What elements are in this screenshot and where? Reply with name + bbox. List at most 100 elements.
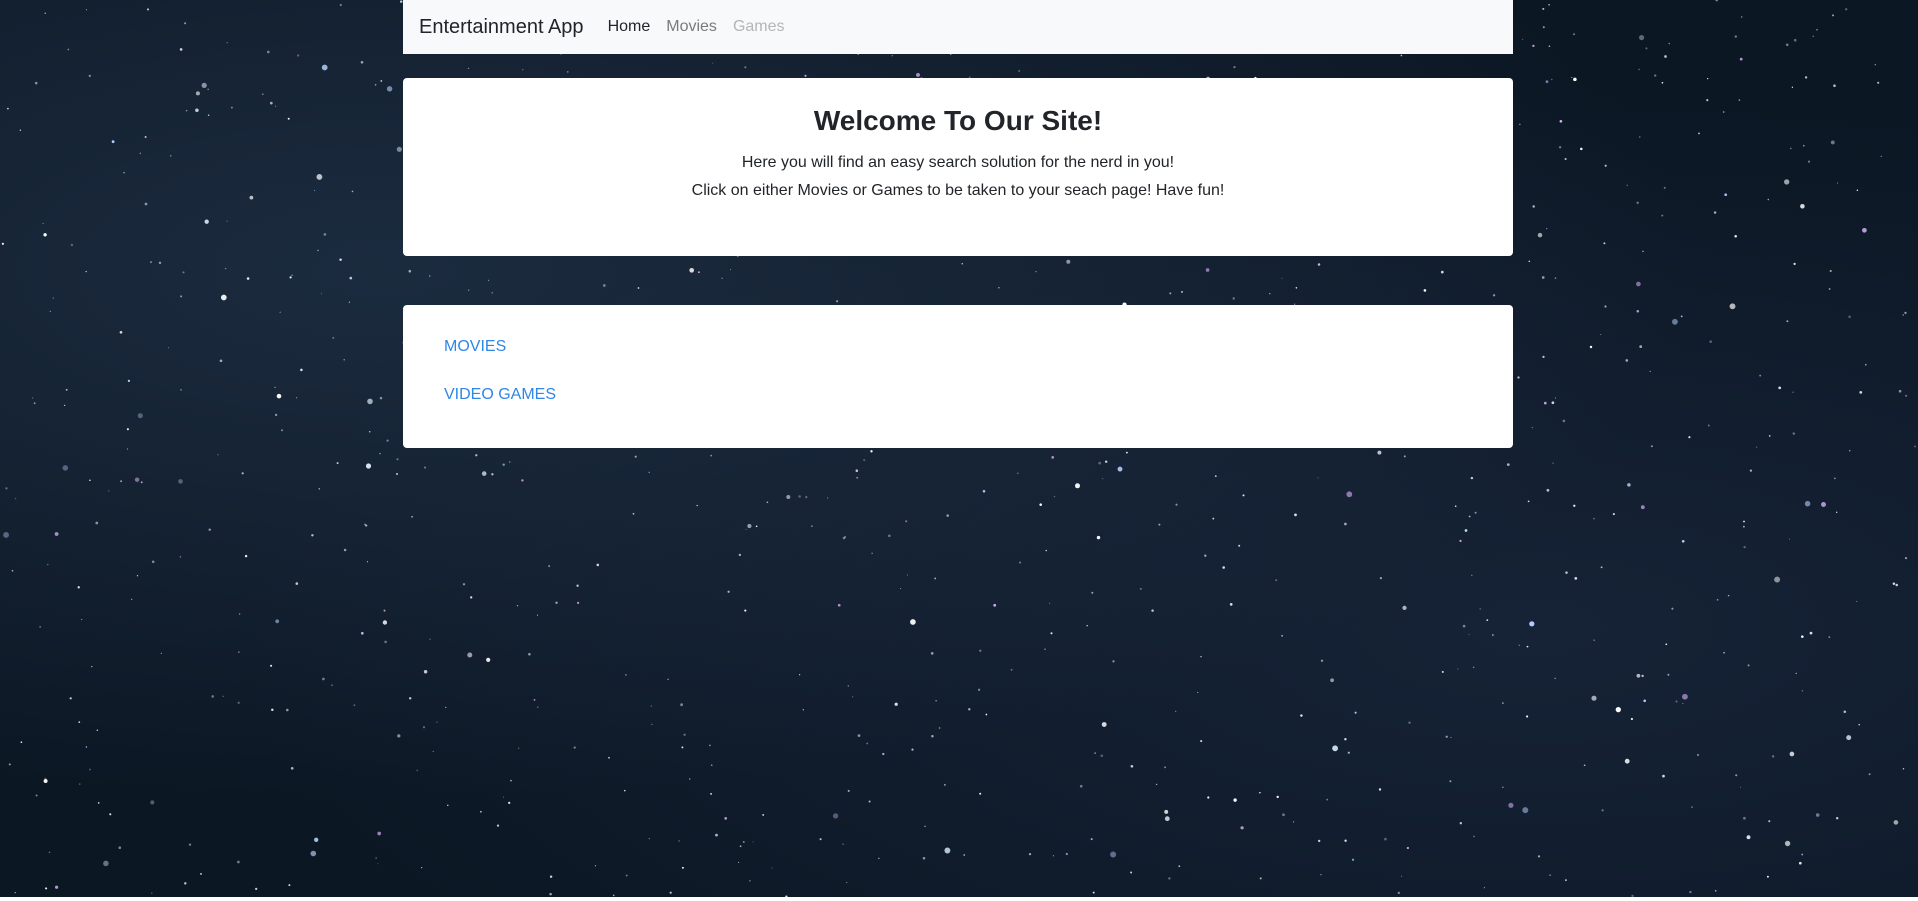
star <box>1615 706 1621 713</box>
star <box>1834 477 1836 480</box>
star <box>81 618 83 621</box>
star <box>384 640 387 644</box>
star <box>681 866 684 869</box>
star <box>48 851 51 854</box>
star <box>1600 566 1603 569</box>
star <box>502 463 505 466</box>
star <box>637 287 640 289</box>
star <box>1098 461 1102 465</box>
star <box>1214 475 1217 477</box>
star <box>168 347 169 349</box>
star <box>1665 643 1668 646</box>
star <box>237 701 240 704</box>
star <box>1627 483 1631 487</box>
video-games-link[interactable]: VIDEO GAMES <box>444 385 1472 405</box>
star <box>201 82 207 89</box>
star <box>1792 391 1794 393</box>
star <box>851 696 854 698</box>
star <box>409 697 412 700</box>
star <box>1830 140 1835 145</box>
star <box>1698 132 1700 135</box>
star <box>648 471 650 474</box>
star <box>555 601 558 604</box>
star <box>1462 624 1466 628</box>
star <box>11 569 14 572</box>
star <box>1233 798 1237 802</box>
star <box>1735 774 1738 777</box>
nav-home-link[interactable]: Home <box>608 18 651 36</box>
star <box>1472 666 1475 669</box>
star <box>1574 577 1578 580</box>
star <box>491 473 494 476</box>
star <box>1440 270 1444 274</box>
star <box>1468 515 1471 518</box>
star <box>857 734 861 737</box>
star <box>1790 147 1792 150</box>
star <box>408 269 412 273</box>
star <box>993 603 997 607</box>
star <box>871 552 873 554</box>
star <box>678 840 680 842</box>
star <box>467 67 470 70</box>
star <box>43 233 47 237</box>
star <box>383 609 386 612</box>
star <box>1768 820 1771 823</box>
star <box>1650 445 1653 448</box>
star <box>207 114 210 117</box>
star <box>878 857 880 860</box>
star <box>1636 281 1641 287</box>
star <box>1858 723 1860 726</box>
star <box>1549 874 1551 876</box>
star <box>1675 700 1678 703</box>
star <box>742 841 745 843</box>
star <box>1755 446 1758 448</box>
star <box>1079 784 1083 788</box>
star <box>226 41 228 44</box>
star <box>1898 389 1902 393</box>
star <box>632 512 635 515</box>
star <box>1816 28 1818 31</box>
star <box>34 81 38 85</box>
star <box>1809 631 1813 635</box>
star <box>594 865 597 867</box>
star <box>1065 852 1068 856</box>
star <box>1051 456 1055 459</box>
star <box>1639 136 1641 138</box>
star <box>1554 677 1556 680</box>
star <box>1233 65 1236 69</box>
star <box>982 489 986 493</box>
star <box>1401 875 1402 877</box>
star <box>445 706 447 709</box>
star <box>1468 633 1470 636</box>
star <box>1259 792 1261 794</box>
star <box>835 300 839 303</box>
star <box>1317 263 1321 266</box>
movies-link[interactable]: MOVIES <box>444 337 1472 357</box>
star <box>1759 374 1762 377</box>
star <box>1110 851 1117 858</box>
star <box>343 359 345 361</box>
star <box>938 727 941 729</box>
star <box>1856 600 1858 602</box>
brand-link[interactable]: Entertainment App <box>419 16 584 39</box>
star <box>1117 466 1123 472</box>
star <box>47 563 49 566</box>
star <box>336 462 339 465</box>
nav-games-link[interactable]: Games <box>733 18 785 36</box>
nav-movies-link[interactable]: Movies <box>666 18 717 36</box>
star <box>39 626 41 628</box>
star <box>5 487 8 490</box>
star <box>1164 766 1167 769</box>
star <box>943 783 946 786</box>
star <box>1640 505 1645 510</box>
star <box>1522 38 1524 40</box>
star <box>1045 549 1047 552</box>
star <box>386 86 393 92</box>
star <box>144 202 148 206</box>
star <box>1642 250 1644 253</box>
star <box>1707 77 1709 80</box>
star <box>119 330 123 334</box>
star <box>1914 445 1916 448</box>
star <box>91 665 93 668</box>
star <box>798 495 801 498</box>
